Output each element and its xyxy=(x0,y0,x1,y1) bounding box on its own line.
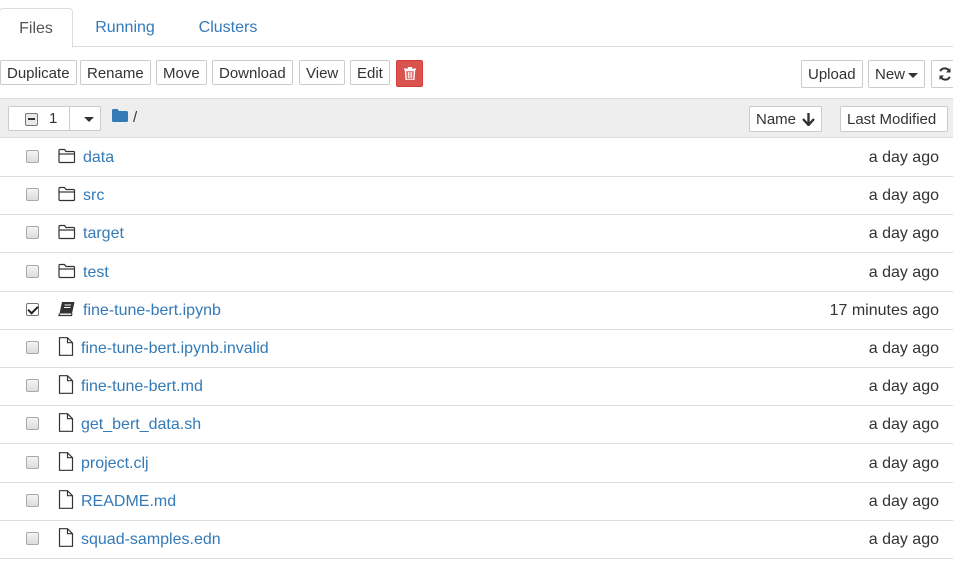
file-row[interactable]: fine-tune-bert.md a day ago xyxy=(0,368,953,406)
tab-clusters[interactable]: Clusters xyxy=(184,8,272,46)
row-checkbox[interactable] xyxy=(26,150,39,163)
tab-running[interactable]: Running xyxy=(82,8,168,46)
duplicate-button[interactable]: Duplicate xyxy=(0,60,77,85)
file-modified-time: 17 minutes ago xyxy=(829,302,939,319)
file-row[interactable]: test a day ago xyxy=(0,254,953,292)
file-name-link[interactable]: get_bert_data.sh xyxy=(81,416,201,434)
new-dropdown-button[interactable]: New xyxy=(868,60,926,88)
file-modified-time: a day ago xyxy=(868,340,939,357)
file-modified-time: a day ago xyxy=(868,225,939,242)
file-name-link[interactable]: squad-samples.edn xyxy=(81,531,221,549)
file-row[interactable]: target a day ago xyxy=(0,215,953,253)
file-icon xyxy=(58,452,76,471)
breadcrumb-root[interactable]: / xyxy=(133,109,137,126)
divider xyxy=(69,107,70,130)
row-checkbox[interactable] xyxy=(26,303,39,316)
delete-button[interactable] xyxy=(396,60,423,87)
file-row[interactable]: src a day ago xyxy=(0,177,953,215)
tab-bar: Files Running Clusters xyxy=(0,0,953,48)
file-modified-time: a day ago xyxy=(868,416,939,433)
file-name-link[interactable]: fine-tune-bert.ipynb.invalid xyxy=(81,340,269,358)
row-checkbox[interactable] xyxy=(26,341,39,354)
file-name-link[interactable]: target xyxy=(83,225,124,243)
row-checkbox[interactable] xyxy=(26,188,39,201)
trash-icon xyxy=(404,67,416,80)
file-modified-time: a day ago xyxy=(868,264,939,281)
file-row[interactable]: fine-tune-bert.ipynb 17 minutes ago xyxy=(0,292,953,330)
row-checkbox[interactable] xyxy=(26,494,39,507)
file-modified-time: a day ago xyxy=(868,455,939,472)
refresh-icon xyxy=(939,67,951,81)
file-list-header: 1 / Name Last Modified xyxy=(0,98,953,138)
row-checkbox[interactable] xyxy=(26,532,39,545)
row-checkbox[interactable] xyxy=(26,456,39,469)
sort-by-modified-button[interactable]: Last Modified xyxy=(840,106,948,132)
file-row[interactable]: squad-samples.edn a day ago xyxy=(0,521,953,559)
caret-down-icon[interactable] xyxy=(84,117,94,122)
rename-button[interactable]: Rename xyxy=(80,60,151,85)
row-checkbox[interactable] xyxy=(26,265,39,278)
file-icon xyxy=(58,490,76,509)
view-button[interactable]: View xyxy=(299,60,346,85)
download-button[interactable]: Download xyxy=(212,60,293,85)
caret-down-icon xyxy=(908,72,919,78)
file-icon xyxy=(58,413,76,432)
folder-icon[interactable] xyxy=(112,109,128,122)
file-modified-time: a day ago xyxy=(868,531,939,548)
sort-by-name-button[interactable]: Name xyxy=(749,106,822,132)
notebook-icon xyxy=(58,301,76,319)
folder-icon xyxy=(58,263,76,281)
file-icon xyxy=(58,337,76,356)
file-row[interactable]: README.md a day ago xyxy=(0,483,953,521)
row-checkbox[interactable] xyxy=(26,379,39,392)
file-modified-time: a day ago xyxy=(868,149,939,166)
file-name-link[interactable]: data xyxy=(83,149,114,167)
row-checkbox[interactable] xyxy=(26,226,39,239)
file-row[interactable]: project.clj a day ago xyxy=(0,445,953,483)
tab-files[interactable]: Files xyxy=(0,8,73,48)
file-icon xyxy=(58,375,76,394)
selected-count: 1 xyxy=(49,110,58,127)
file-name-link[interactable]: README.md xyxy=(81,493,176,511)
file-row[interactable]: get_bert_data.sh a day ago xyxy=(0,406,953,444)
folder-icon xyxy=(58,148,76,166)
move-button[interactable]: Move xyxy=(156,60,207,85)
folder-icon xyxy=(58,186,76,204)
select-all-dropdown[interactable]: 1 xyxy=(8,106,101,131)
file-row[interactable]: data a day ago xyxy=(0,139,953,177)
folder-icon xyxy=(58,224,76,242)
file-icon xyxy=(58,528,76,547)
row-checkbox[interactable] xyxy=(26,417,39,430)
new-label: New xyxy=(875,66,906,83)
file-modified-time: a day ago xyxy=(868,187,939,204)
file-name-link[interactable]: test xyxy=(83,264,109,282)
edit-button[interactable]: Edit xyxy=(350,60,390,85)
refresh-button[interactable] xyxy=(931,60,953,88)
file-name-link[interactable]: fine-tune-bert.ipynb xyxy=(83,302,221,320)
file-name-link[interactable]: src xyxy=(83,187,104,205)
arrow-down-icon xyxy=(802,113,815,126)
sort-name-label: Name xyxy=(756,111,797,128)
file-row[interactable]: fine-tune-bert.ipynb.invalid a day ago xyxy=(0,330,953,368)
file-name-link[interactable]: fine-tune-bert.md xyxy=(81,378,203,396)
file-name-link[interactable]: project.clj xyxy=(81,455,149,473)
file-modified-time: a day ago xyxy=(868,493,939,510)
select-all-checkbox[interactable] xyxy=(25,113,38,126)
upload-button[interactable]: Upload xyxy=(801,60,863,88)
file-modified-time: a day ago xyxy=(868,378,939,395)
